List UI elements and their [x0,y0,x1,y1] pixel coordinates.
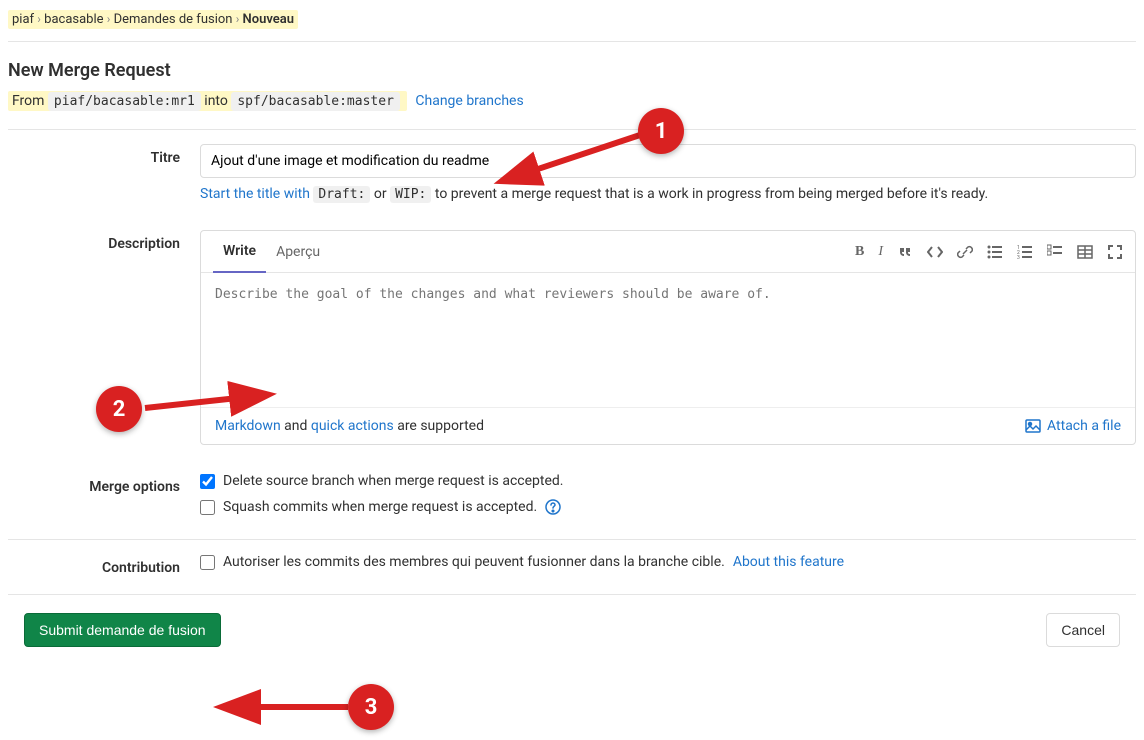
change-branches-link[interactable]: Change branches [415,93,523,109]
chevron-right-icon: › [107,12,111,26]
markdown-link[interactable]: Markdown [215,418,281,434]
breadcrumb-item-current: Nouveau [243,12,294,27]
tab-write[interactable]: Write [213,231,266,273]
merge-options-label: Merge options [8,473,200,525]
title-hint: Start the title with Draft: or WIP: to p… [200,186,1136,202]
editor-footer-hint: Markdown and quick actions are supported [215,418,484,434]
into-branch: spf/bacasable:master [231,92,400,111]
quote-icon[interactable] [897,244,913,260]
page-title: New Merge Request [8,60,1136,81]
bold-icon[interactable]: B [855,244,864,260]
link-icon[interactable] [957,244,973,260]
task-list-icon[interactable] [1047,244,1063,260]
allow-commits-label: Autoriser les commits des membres qui pe… [223,554,725,570]
from-label: From [12,93,44,109]
bullet-list-icon[interactable] [987,244,1003,260]
squash-commits-label: Squash commits when merge request is acc… [223,499,537,515]
breadcrumb: piaf › bacasable › Demandes de fusion › … [8,8,1136,41]
numbered-list-icon[interactable]: 123 [1017,244,1033,260]
breadcrumb-item-bacasable[interactable]: bacasable [44,12,103,27]
from-branch: piaf/bacasable:mr1 [48,92,201,111]
branch-info: From piaf/bacasable:mr1 into spf/bacasab… [8,93,1136,109]
help-icon[interactable] [545,499,561,515]
table-icon[interactable] [1077,244,1093,260]
squash-commits-checkbox[interactable] [200,500,215,515]
title-input[interactable] [200,144,1136,178]
quick-actions-link[interactable]: quick actions [311,418,394,434]
chevron-right-icon: › [37,12,41,26]
about-feature-link[interactable]: About this feature [733,554,844,570]
breadcrumb-item-piaf[interactable]: piaf [12,12,34,27]
draft-code: Draft: [313,186,370,203]
description-textarea[interactable] [201,273,1135,403]
title-label: Titre [8,144,200,202]
description-editor: Write Aperçu B I [200,230,1136,445]
cancel-button[interactable]: Cancel [1046,613,1120,647]
annotation-marker-3: 3 [348,684,394,730]
tab-preview[interactable]: Aperçu [266,232,330,272]
title-hint-link[interactable]: Start the title with [200,186,310,202]
allow-commits-checkbox[interactable] [200,555,215,570]
image-icon [1025,418,1041,434]
code-icon[interactable] [927,244,943,260]
delete-source-checkbox[interactable] [200,474,215,489]
wip-code: WIP: [390,186,431,203]
attach-file-button[interactable]: Attach a file [1025,418,1121,434]
svg-text:3: 3 [1017,255,1020,260]
chevron-right-icon: › [236,12,240,26]
description-label: Description [8,230,200,445]
fullscreen-icon[interactable] [1107,244,1123,260]
breadcrumb-item-demandes[interactable]: Demandes de fusion [114,12,233,27]
submit-button[interactable]: Submit demande de fusion [24,613,221,647]
contribution-label: Contribution [8,554,200,580]
italic-icon[interactable]: I [878,244,883,260]
into-label: into [204,93,228,109]
delete-source-label: Delete source branch when merge request … [223,473,563,489]
